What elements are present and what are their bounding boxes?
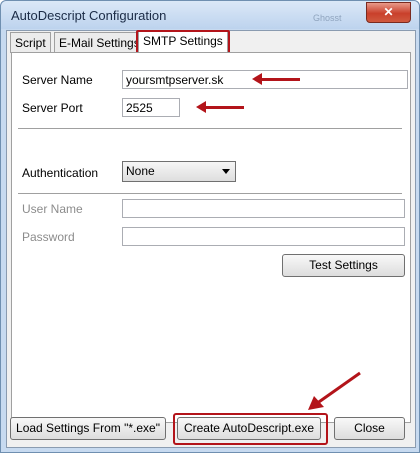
server-port-label: Server Port: [22, 101, 83, 115]
password-field[interactable]: [122, 227, 405, 246]
client-area: Script E-Mail Settings SMTP Settings Ser…: [6, 30, 416, 448]
separator: [18, 193, 402, 194]
load-settings-button[interactable]: Load Settings From "*.exe": [10, 417, 166, 440]
tab-email-settings[interactable]: E-Mail Settings: [54, 32, 145, 53]
server-port-field[interactable]: 2525: [122, 98, 180, 117]
title-bar[interactable]: AutoDescript Configuration Ghosst ✕: [1, 1, 419, 29]
close-icon: ✕: [383, 5, 394, 19]
chevron-down-icon: [222, 169, 230, 174]
test-settings-button[interactable]: Test Settings: [282, 254, 405, 277]
user-name-label: User Name: [22, 202, 83, 216]
authentication-label: Authentication: [22, 166, 99, 180]
close-button[interactable]: Close: [334, 417, 405, 440]
password-label: Password: [22, 230, 75, 244]
user-name-field[interactable]: [122, 199, 405, 218]
red-arrow-server-port: [196, 101, 244, 113]
red-arrow-server-name: [252, 73, 300, 85]
authentication-value: None: [126, 164, 155, 178]
server-name-label: Server Name: [22, 73, 93, 87]
title-ghost-text: Ghosst: [313, 13, 342, 23]
red-arrow-create: [308, 371, 361, 410]
authentication-dropdown[interactable]: None: [122, 161, 236, 182]
window-close-button[interactable]: ✕: [366, 2, 411, 23]
tab-script[interactable]: Script: [10, 32, 51, 53]
create-autodescript-button[interactable]: Create AutoDescript.exe: [177, 417, 321, 440]
separator: [18, 128, 402, 129]
app-window: AutoDescript Configuration Ghosst ✕ Scri…: [0, 0, 420, 453]
window-title: AutoDescript Configuration: [11, 8, 167, 23]
